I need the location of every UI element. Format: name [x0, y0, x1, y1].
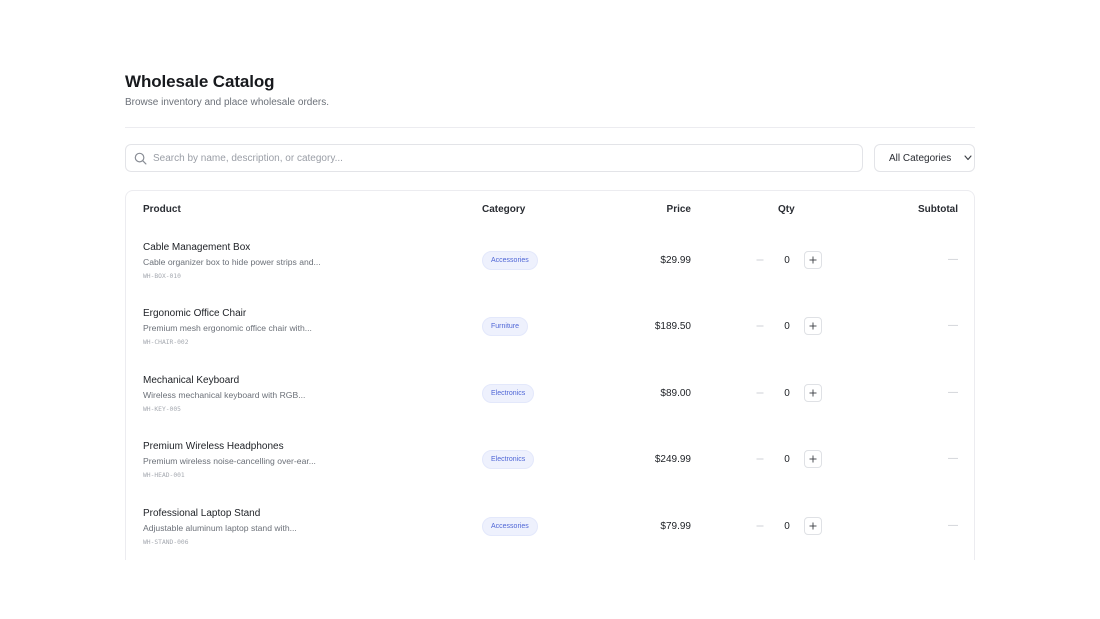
qty-value: 0: [784, 255, 790, 266]
product-description: Adjustable aluminum laptop stand with...: [143, 523, 297, 533]
product-name: Cable Management Box: [143, 242, 251, 253]
page-title: Wholesale Catalog: [125, 72, 275, 91]
minus-icon: [756, 525, 764, 527]
product-name: Premium Wireless Headphones: [143, 441, 284, 452]
product-description: Wireless mechanical keyboard with RGB...: [143, 390, 306, 400]
decrement-qty-button[interactable]: [753, 517, 767, 535]
category-badge: Accessories: [482, 251, 538, 270]
category-filter-value: All Categories: [889, 153, 952, 164]
page-subtitle: Browse inventory and place wholesale ord…: [125, 97, 329, 108]
catalog-page: Wholesale Catalog Browse inventory and p…: [125, 0, 975, 619]
minus-icon: [756, 392, 764, 394]
qty-value: 0: [784, 388, 790, 399]
increment-qty-button[interactable]: [804, 317, 822, 335]
subtotal-cell: —: [948, 387, 958, 398]
subtotal-cell: —: [948, 320, 958, 331]
category-badge: Electronics: [482, 384, 535, 403]
qty-value: 0: [784, 521, 790, 532]
plus-icon: [809, 455, 817, 463]
decrement-qty-button[interactable]: [753, 251, 767, 269]
increment-qty-button[interactable]: [804, 251, 822, 269]
table-header: Product Category Price Qty Subtotal: [126, 191, 974, 229]
table-row: Premium Wireless Headphones Premium wire…: [126, 441, 974, 507]
search-input[interactable]: [153, 150, 853, 167]
product-sku: WH-STAND-006: [143, 539, 189, 546]
price-cell: $89.00: [660, 388, 691, 399]
price-cell: $189.50: [654, 321, 691, 332]
decrement-qty-button[interactable]: [753, 384, 767, 402]
minus-icon: [756, 458, 764, 460]
subtotal-cell: —: [948, 254, 958, 265]
product-sku: WH-BOX-010: [143, 273, 181, 280]
category-badge: Accessories: [482, 517, 538, 536]
product-sku: WH-KEY-005: [143, 406, 181, 413]
column-header-qty: Qty: [778, 204, 795, 215]
column-header-subtotal: Subtotal: [918, 204, 958, 215]
table-row: Ergonomic Office Chair Premium mesh ergo…: [126, 308, 974, 374]
subtotal-cell: —: [948, 453, 958, 464]
header-divider: [125, 127, 975, 128]
subtotal-cell: —: [948, 520, 958, 531]
product-description: Premium wireless noise-cancelling over-e…: [143, 456, 316, 466]
table-row: Cable Management Box Cable organizer box…: [126, 242, 974, 308]
decrement-qty-button[interactable]: [753, 450, 767, 468]
price-cell: $79.99: [660, 521, 691, 532]
price-cell: $249.99: [654, 454, 691, 465]
price-cell: $29.99: [660, 255, 691, 266]
product-sku: WH-CHAIR-002: [143, 339, 189, 346]
minus-icon: [756, 259, 764, 261]
minus-icon: [756, 325, 764, 327]
table-row: Professional Laptop Stand Adjustable alu…: [126, 508, 974, 560]
plus-icon: [809, 522, 817, 530]
product-sku: WH-HEAD-001: [143, 472, 185, 479]
product-description: Cable organizer box to hide power strips…: [143, 257, 321, 267]
category-badge: Electronics: [482, 450, 535, 469]
decrement-qty-button[interactable]: [753, 317, 767, 335]
search-box[interactable]: [125, 144, 863, 172]
qty-value: 0: [784, 321, 790, 332]
column-header-product: Product: [143, 204, 181, 215]
plus-icon: [809, 322, 817, 330]
increment-qty-button[interactable]: [804, 384, 822, 402]
plus-icon: [809, 389, 817, 397]
chevron-down-icon: [964, 155, 972, 161]
product-name: Professional Laptop Stand: [143, 508, 261, 519]
column-header-price: Price: [666, 204, 691, 215]
product-name: Ergonomic Office Chair: [143, 308, 247, 319]
search-icon: [134, 152, 147, 165]
product-name: Mechanical Keyboard: [143, 375, 240, 386]
increment-qty-button[interactable]: [804, 450, 822, 468]
category-filter-select[interactable]: All Categories: [874, 144, 975, 172]
plus-icon: [809, 256, 817, 264]
qty-value: 0: [784, 454, 790, 465]
table-row: Mechanical Keyboard Wireless mechanical …: [126, 375, 974, 441]
column-header-category: Category: [482, 204, 526, 215]
catalog-table: Product Category Price Qty Subtotal Cabl…: [125, 190, 975, 560]
increment-qty-button[interactable]: [804, 517, 822, 535]
product-description: Premium mesh ergonomic office chair with…: [143, 323, 312, 333]
category-badge: Furniture: [482, 317, 529, 336]
